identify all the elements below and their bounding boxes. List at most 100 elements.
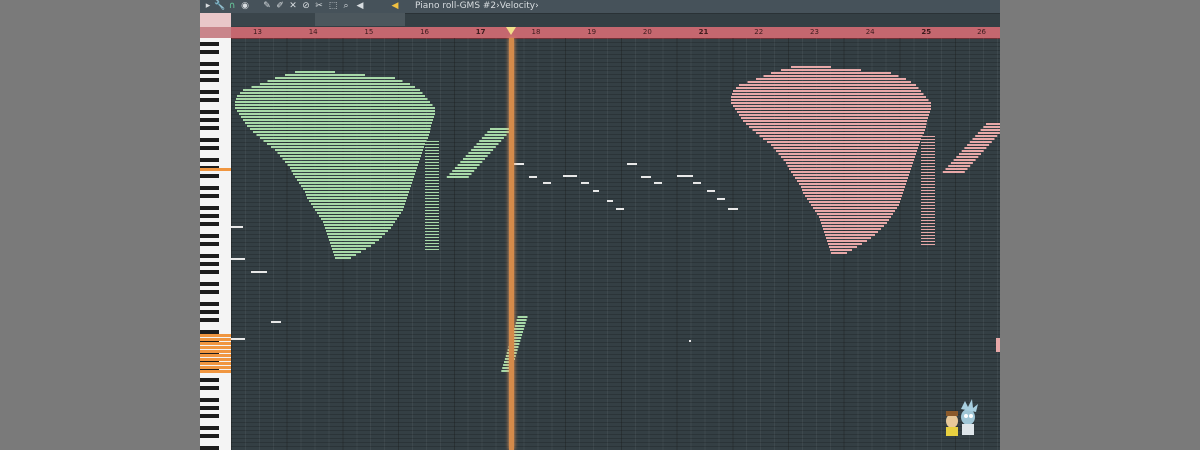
right-map-note[interactable]: [731, 99, 929, 101]
melody-note[interactable]: [654, 182, 662, 184]
right-map-note[interactable]: [823, 228, 881, 230]
black-key[interactable]: [200, 406, 219, 410]
black-key[interactable]: [200, 146, 219, 150]
right-map-letter-note[interactable]: [921, 169, 935, 170]
right-map-letter-note[interactable]: [921, 226, 935, 227]
right-map-note[interactable]: [739, 84, 916, 86]
left-map-note[interactable]: [241, 116, 434, 118]
black-key[interactable]: [200, 270, 219, 274]
melody-note[interactable]: [563, 175, 577, 177]
madagascar-note[interactable]: [513, 328, 524, 330]
right-map-note[interactable]: [969, 141, 992, 143]
melody-note[interactable]: [693, 182, 701, 184]
right-map-note[interactable]: [977, 132, 1000, 134]
right-map-letter-note[interactable]: [921, 214, 935, 215]
left-map-note[interactable]: [235, 107, 435, 109]
right-map-note[interactable]: [972, 138, 995, 140]
right-map-letter-note[interactable]: [921, 220, 935, 221]
melody-note[interactable]: [641, 176, 651, 178]
right-map-letter-note[interactable]: [921, 241, 935, 242]
right-map-note[interactable]: [733, 105, 931, 107]
highlighted-key[interactable]: [200, 346, 231, 349]
left-map-note[interactable]: [260, 137, 428, 139]
left-map-note[interactable]: [471, 149, 494, 151]
left-map-letter-note[interactable]: [425, 183, 439, 184]
right-map-letter-note[interactable]: [921, 157, 935, 158]
black-key[interactable]: [200, 398, 219, 402]
left-map-note[interactable]: [277, 152, 423, 154]
left-map-letter-note[interactable]: [425, 192, 439, 193]
right-map-note[interactable]: [773, 147, 919, 149]
left-map-letter-note[interactable]: [425, 144, 439, 145]
left-map-note[interactable]: [309, 200, 406, 202]
left-map-letter-note[interactable]: [425, 174, 439, 175]
madagascar-note[interactable]: [515, 322, 526, 324]
left-map-note[interactable]: [328, 236, 382, 238]
black-key[interactable]: [200, 42, 219, 46]
right-map-note[interactable]: [763, 75, 899, 77]
highlighted-key[interactable]: [200, 334, 231, 337]
left-map-note[interactable]: [235, 104, 433, 106]
right-map-note[interactable]: [781, 156, 915, 158]
mute-icon[interactable]: ⊘: [301, 1, 311, 11]
highlighted-key[interactable]: [200, 168, 231, 171]
right-map-note[interactable]: [802, 189, 904, 191]
black-key[interactable]: [200, 98, 219, 102]
right-map-note[interactable]: [829, 246, 857, 248]
left-map-note[interactable]: [282, 158, 421, 160]
right-map-note[interactable]: [793, 174, 909, 176]
pencil-icon[interactable]: ✎: [262, 1, 272, 11]
magnet-icon[interactable]: ∩: [227, 1, 237, 11]
left-map-note[interactable]: [331, 245, 371, 247]
left-map-note[interactable]: [329, 239, 379, 241]
black-key[interactable]: [200, 254, 219, 258]
right-map-letter-note[interactable]: [921, 181, 935, 182]
black-key[interactable]: [200, 318, 219, 322]
left-map-note[interactable]: [243, 119, 433, 121]
black-key[interactable]: [200, 90, 219, 94]
left-map-letter-note[interactable]: [425, 150, 439, 151]
left-map-note[interactable]: [454, 167, 477, 169]
right-map-note[interactable]: [731, 102, 931, 104]
melody-note[interactable]: [689, 340, 691, 342]
black-key[interactable]: [200, 386, 219, 390]
left-map-letter-note[interactable]: [425, 189, 439, 190]
right-map-note[interactable]: [980, 129, 1000, 131]
left-map-note[interactable]: [307, 197, 407, 199]
right-map-letter-note[interactable]: [921, 199, 935, 200]
right-map-note[interactable]: [749, 126, 926, 128]
right-map-letter-note[interactable]: [921, 205, 935, 206]
left-map-note[interactable]: [291, 170, 417, 172]
right-map-letter-note[interactable]: [921, 193, 935, 194]
delete-icon[interactable]: ✕: [288, 1, 298, 11]
left-map-letter-note[interactable]: [425, 141, 439, 142]
left-map-letter-note[interactable]: [425, 249, 439, 250]
left-map-note[interactable]: [465, 155, 488, 157]
left-map-note[interactable]: [449, 173, 472, 175]
right-map-note[interactable]: [826, 237, 871, 239]
zoom-icon[interactable]: ⌕: [341, 1, 351, 11]
melody-note[interactable]: [707, 190, 715, 192]
left-map-note[interactable]: [330, 242, 375, 244]
melody-note[interactable]: [581, 182, 589, 184]
right-map-note[interactable]: [799, 183, 906, 185]
left-map-note[interactable]: [247, 125, 431, 127]
left-map-note[interactable]: [476, 143, 499, 145]
left-map-letter-note[interactable]: [425, 180, 439, 181]
left-map-letter-note[interactable]: [425, 165, 439, 166]
right-map-letter-note[interactable]: [921, 136, 935, 137]
right-map-letter-note[interactable]: [921, 163, 935, 164]
melody-note[interactable]: [607, 200, 613, 202]
left-map-note[interactable]: [452, 170, 475, 172]
left-map-note[interactable]: [335, 257, 351, 259]
melody-note[interactable]: [231, 338, 245, 340]
left-map-note[interactable]: [275, 77, 395, 79]
left-map-note[interactable]: [263, 140, 427, 142]
black-key[interactable]: [200, 290, 219, 294]
edge-note[interactable]: [996, 338, 1000, 352]
left-map-letter-note[interactable]: [425, 177, 439, 178]
madagascar-note[interactable]: [517, 316, 528, 318]
right-map-note[interactable]: [797, 180, 907, 182]
right-map-note[interactable]: [771, 72, 891, 74]
speaker-icon[interactable]: ◀: [390, 1, 400, 11]
